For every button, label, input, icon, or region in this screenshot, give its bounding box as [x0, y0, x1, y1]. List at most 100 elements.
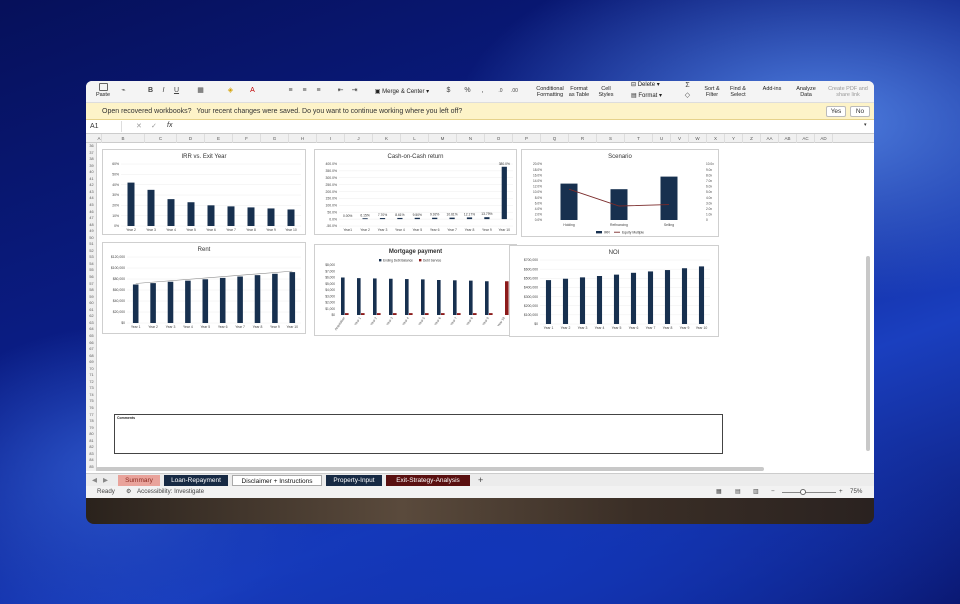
column-header[interactable]: S: [597, 134, 625, 143]
sheet-tab[interactable]: Summary: [118, 475, 160, 486]
row-header[interactable]: 60: [86, 300, 97, 307]
increase-decimal-icon[interactable]: .0: [496, 87, 505, 95]
row-header[interactable]: 50: [86, 235, 97, 242]
irr-chart[interactable]: 0% 10% 20% 30% 40% 50% 60% Year 2 Year 3 Year 4 Ye…: [102, 149, 306, 235]
column-header[interactable]: F: [233, 134, 261, 143]
page-layout-icon[interactable]: ▤: [735, 486, 741, 498]
column-header[interactable]: N: [457, 134, 485, 143]
column-header[interactable]: O: [485, 134, 513, 143]
sheet-tab[interactable]: Exit-Strategy-Analysis: [386, 475, 470, 486]
column-header[interactable]: V: [671, 134, 689, 143]
column-header[interactable]: Q: [541, 134, 569, 143]
column-header[interactable]: L: [401, 134, 429, 143]
column-header[interactable]: AC: [797, 134, 815, 143]
worksheet-grid[interactable]: 0% 10% 20% 30% 40% 50% 60% Year 2 Year 3 Year 4 Ye…: [97, 143, 863, 471]
vertical-scrollbar[interactable]: [866, 256, 870, 451]
borders-icon[interactable]: ▦: [196, 87, 205, 95]
next-sheet-icon[interactable]: ▶: [103, 476, 108, 484]
zoom-slider[interactable]: [782, 489, 836, 495]
mortgage-chart[interactable]: $0 $1,000 $2,000 $3,000 $4,000 $5,000 $6,000 $7…: [314, 244, 517, 336]
row-header[interactable]: 40: [86, 169, 97, 176]
conditional-formatting-button[interactable]: Conditional Formatting: [534, 86, 566, 98]
row-header[interactable]: 55: [86, 267, 97, 274]
percent-icon[interactable]: %: [463, 87, 472, 95]
column-header[interactable]: AA: [761, 134, 779, 143]
column-header[interactable]: Z: [743, 134, 761, 143]
analyze-data-button[interactable]: Analyze Data: [790, 86, 822, 98]
cash-on-cash-chart[interactable]: -50.0% 0.0% 50.0% 100.0% 150.0% 200.0% 250.0% 3…: [314, 149, 517, 235]
zoom-out-icon[interactable]: −: [771, 486, 775, 498]
prev-sheet-icon[interactable]: ◀: [92, 476, 97, 484]
column-header[interactable]: C: [145, 134, 177, 143]
font-color-icon[interactable]: A: [248, 87, 257, 95]
column-header[interactable]: Y: [725, 134, 743, 143]
decrease-decimal-icon[interactable]: .00: [510, 87, 519, 95]
row-header[interactable]: 65: [86, 333, 97, 340]
scenario-chart[interactable]: 0.0% 0 2.0% 1.0x 4.0% 2.0x 6.0% 3.0x 8.0% 4.0x 10.…: [521, 149, 719, 237]
format-as-table-button[interactable]: Format as Table: [567, 86, 591, 98]
decrease-indent-icon[interactable]: ⇤: [336, 87, 345, 95]
merge-center-button[interactable]: ▣ Merge & Center ▾: [370, 89, 434, 95]
yes-button[interactable]: Yes: [826, 106, 846, 117]
column-header[interactable]: M: [429, 134, 457, 143]
format-painter-icon[interactable]: ⌁: [119, 87, 128, 95]
row-header[interactable]: 70: [86, 366, 97, 373]
add-sheet-button[interactable]: +: [478, 475, 483, 485]
row-header[interactable]: 75: [86, 398, 97, 405]
column-header[interactable]: G: [261, 134, 289, 143]
create-pdf-button[interactable]: Create PDF and share link: [828, 86, 868, 98]
noi-chart[interactable]: $0 $100,000 $200,000 $300,000 $400,000 $500,0…: [509, 245, 719, 337]
sheet-tab[interactable]: Disclaimer + Instructions: [232, 475, 322, 486]
column-header[interactable]: R: [569, 134, 597, 143]
name-box[interactable]: A1: [88, 121, 122, 132]
column-header[interactable]: W: [689, 134, 707, 143]
paste-button[interactable]: Paste: [92, 83, 114, 98]
autosum-icon[interactable]: Σ: [683, 82, 692, 90]
column-header[interactable]: K: [373, 134, 401, 143]
normal-view-icon[interactable]: ▦: [716, 486, 722, 498]
zoom-in-icon[interactable]: +: [839, 486, 843, 498]
sheet-tab[interactable]: Loan-Repayment: [164, 475, 228, 486]
comma-icon[interactable]: ,: [478, 87, 487, 95]
italic-button[interactable]: I: [159, 87, 168, 95]
formula-input[interactable]: [182, 121, 862, 132]
bold-button[interactable]: B: [146, 87, 155, 95]
enter-icon[interactable]: ✓: [151, 122, 157, 130]
expand-formula-icon[interactable]: ▾: [864, 122, 867, 128]
clear-icon[interactable]: ◇: [683, 92, 692, 100]
row-header[interactable]: 45: [86, 202, 97, 209]
column-header[interactable]: AB: [779, 134, 797, 143]
rent-chart[interactable]: $0 $20,000 $40,000 $60,000 $80,000 $100,000 $1…: [102, 242, 306, 334]
format-button[interactable]: ▤ Format ▾: [631, 93, 676, 99]
column-header[interactable]: X: [707, 134, 725, 143]
column-header[interactable]: AD: [815, 134, 833, 143]
row-header[interactable]: 80: [86, 431, 97, 438]
column-header[interactable]: H: [289, 134, 317, 143]
delete-button[interactable]: ⊟ Delete ▾: [631, 82, 676, 88]
align-center-icon[interactable]: ≡: [300, 87, 309, 95]
sort-filter-button[interactable]: Sort & Filter: [698, 86, 726, 98]
column-header[interactable]: T: [625, 134, 653, 143]
accessibility-status[interactable]: Accessibility: Investigate: [137, 486, 204, 498]
zoom-slider-thumb[interactable]: [800, 489, 806, 495]
underline-button[interactable]: U: [172, 87, 181, 95]
find-select-button[interactable]: Find & Select: [724, 86, 752, 98]
function-icon[interactable]: fx: [167, 122, 172, 129]
no-button[interactable]: No: [850, 106, 870, 117]
fill-color-icon[interactable]: ◈: [226, 87, 235, 95]
increase-indent-icon[interactable]: ⇥: [350, 87, 359, 95]
align-left-icon[interactable]: ≡: [286, 87, 295, 95]
column-header[interactable]: P: [513, 134, 541, 143]
column-header[interactable]: B: [102, 134, 145, 143]
page-break-icon[interactable]: ▥: [753, 486, 759, 498]
column-header[interactable]: E: [205, 134, 233, 143]
cancel-icon[interactable]: ✕: [136, 122, 142, 130]
addins-button[interactable]: Add-ins: [758, 86, 786, 92]
align-right-icon[interactable]: ≡: [314, 87, 323, 95]
column-header[interactable]: D: [177, 134, 205, 143]
zoom-level[interactable]: 75%: [850, 486, 862, 498]
column-header[interactable]: U: [653, 134, 671, 143]
horizontal-scrollbar[interactable]: [96, 467, 764, 471]
cell-styles-button[interactable]: Cell Styles: [594, 86, 618, 98]
comments-box[interactable]: Comments: [114, 414, 723, 454]
